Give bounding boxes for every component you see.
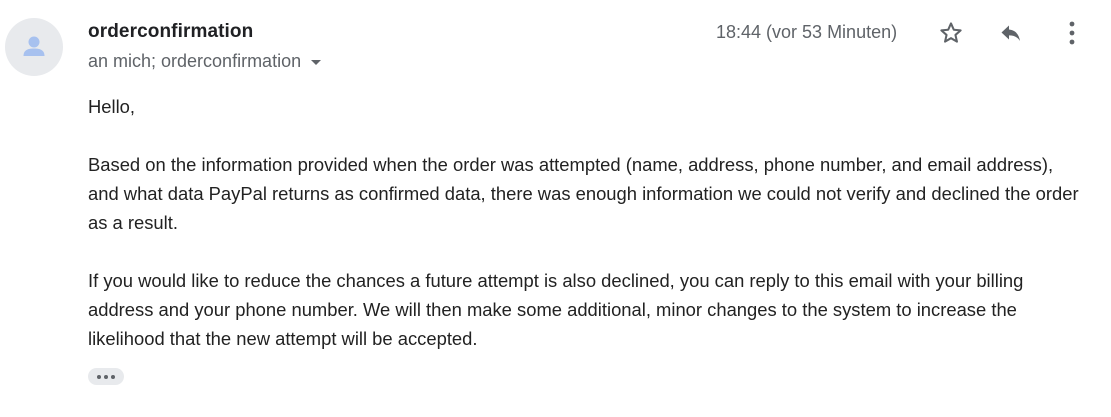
body-paragraph-2: If you would like to reduce the chances …: [88, 270, 1024, 349]
star-outline-icon: [940, 22, 962, 43]
more-options-button[interactable]: [1055, 16, 1089, 50]
person-avatar-icon: [23, 36, 45, 56]
reply-button[interactable]: [994, 16, 1028, 50]
ellipsis-icon: [111, 374, 115, 379]
recipients-text: an mich; orderconfirmation: [88, 51, 302, 71]
ellipsis-icon: [97, 374, 101, 379]
more-vert-icon: [1069, 21, 1075, 45]
show-trimmed-content-button[interactable]: [88, 368, 124, 385]
reply-icon: [1001, 25, 1020, 41]
sender-avatar[interactable]: [5, 18, 63, 76]
recipients-line[interactable]: an mich; orderconfirmation: [88, 51, 322, 72]
greeting-text: Hello,: [88, 96, 136, 117]
sender-name[interactable]: orderconfirmation: [88, 21, 253, 43]
ellipsis-icon: [104, 374, 108, 379]
email-message: orderconfirmation an mich; orderconfirma…: [0, 0, 1111, 417]
chevron-down-icon[interactable]: [311, 60, 322, 65]
star-button[interactable]: [934, 16, 968, 50]
message-timestamp: 18:44 (vor 53 Minuten): [716, 22, 898, 42]
body-paragraph-1: Based on the information provided when t…: [88, 154, 1079, 233]
message-body: Hello, Based on the information provided…: [88, 92, 1088, 353]
